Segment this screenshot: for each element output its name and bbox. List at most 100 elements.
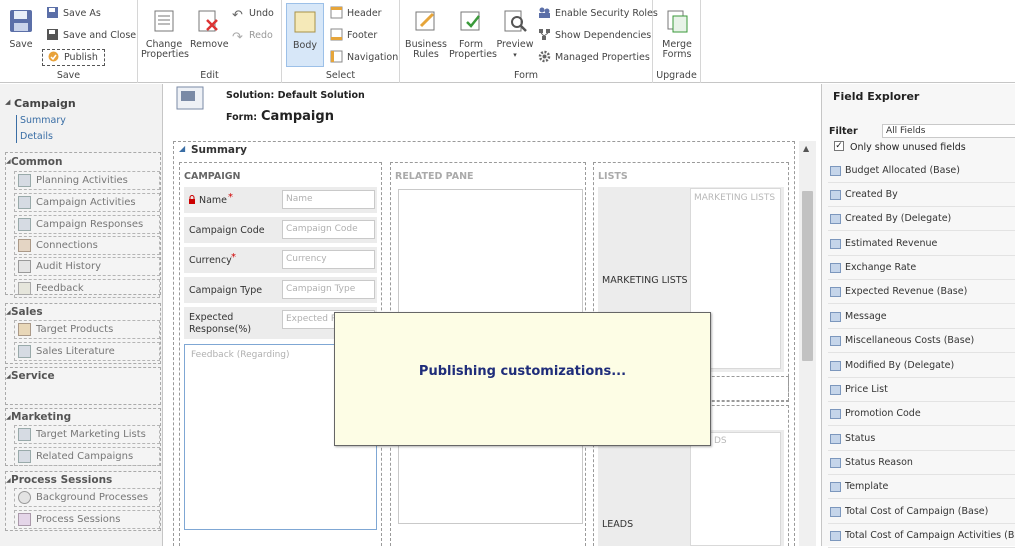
leads-label: LEADS xyxy=(602,519,634,530)
footer-button[interactable]: Footer xyxy=(330,28,377,44)
nav-item-campaign-responses[interactable]: Campaign Responses xyxy=(14,215,160,234)
filter-select[interactable]: All Fields xyxy=(882,124,1015,138)
collapse-triangle-icon[interactable]: ◢ xyxy=(5,98,10,106)
activities-icon xyxy=(18,174,31,187)
enable-security-roles-button[interactable]: Enable Security Roles xyxy=(538,6,658,22)
nav-section-title: Process Sessions xyxy=(11,474,113,486)
field-item[interactable]: Expected Revenue (Base) xyxy=(828,280,1015,304)
nav-item-sales-literature[interactable]: Sales Literature xyxy=(14,342,160,361)
field-item[interactable]: Created By (Delegate) xyxy=(828,207,1015,231)
business-rules-button[interactable]: Business Rules xyxy=(404,8,448,60)
field-label-currency: Currency xyxy=(189,255,232,266)
edit-group: Change Properties Remove ↶ Undo ↷ Redo Edi… xyxy=(138,0,282,83)
business-rules-icon xyxy=(415,11,435,31)
leads-subgrid[interactable] xyxy=(690,432,781,546)
campaign-type-field[interactable]: Campaign Type xyxy=(282,280,375,299)
currency-field[interactable]: Currency xyxy=(282,250,375,269)
remove-button[interactable]: Remove xyxy=(190,8,229,50)
publish-button[interactable]: Publish xyxy=(42,49,105,66)
field-label-campaign-code: Campaign Code xyxy=(189,225,265,236)
field-item[interactable]: Exchange Rate xyxy=(828,256,1015,280)
nav-item-target-marketing-lists[interactable]: Target Marketing Lists xyxy=(14,425,160,444)
field-item[interactable]: Estimated Revenue xyxy=(828,232,1015,256)
form-properties-button[interactable]: Form Properties xyxy=(449,8,497,60)
nav-item-process-sessions[interactable]: Process Sessions xyxy=(14,510,160,529)
save-and-close-button[interactable]: Save and Close xyxy=(46,28,136,44)
publish-icon xyxy=(48,51,59,62)
form-navigation-pane: ◢ Campaign Summary Details ◢ Common Plan… xyxy=(0,84,163,546)
field-icon xyxy=(830,361,841,371)
field-item[interactable]: Created By xyxy=(828,183,1015,207)
field-item[interactable]: Template xyxy=(828,475,1015,499)
field-icon xyxy=(830,507,841,517)
ribbon: Save Save As Save and Close Publish Save… xyxy=(0,0,1015,83)
nav-subitem-details[interactable]: Details xyxy=(20,131,53,142)
save-label: Save xyxy=(9,39,33,50)
publishing-dialog: Publishing customizations... xyxy=(334,312,711,446)
body-button[interactable]: Body xyxy=(286,3,324,67)
merge-forms-button[interactable]: Merge Forms xyxy=(659,8,695,60)
connections-icon xyxy=(18,239,31,252)
campaign-responses-icon xyxy=(18,218,31,231)
field-item[interactable]: Promotion Code xyxy=(828,402,1015,426)
field-label-name: Name xyxy=(199,195,228,206)
tab-triangle-icon[interactable]: ◢ xyxy=(179,144,185,153)
only-unused-checkbox[interactable]: ✓ xyxy=(834,141,844,151)
show-dependencies-button[interactable]: Show Dependencies xyxy=(538,28,651,44)
marketing-lists-grid-title: MARKETING LISTS xyxy=(694,193,776,203)
field-item[interactable]: Total Cost of Campaign Activities (Base) xyxy=(828,524,1015,548)
campaign-code-field[interactable]: Campaign Code xyxy=(282,220,375,239)
scroll-up-arrow-icon[interactable]: ▲ xyxy=(803,144,809,153)
preview-dropdown-icon[interactable]: ▾ xyxy=(513,51,517,59)
preview-button[interactable]: Preview ▾ xyxy=(496,8,534,60)
field-item[interactable]: Price List xyxy=(828,378,1015,402)
save-group: Save Save As Save and Close Publish Save xyxy=(0,0,138,83)
nav-item-feedback[interactable]: Feedback xyxy=(14,279,160,298)
header-button[interactable]: Header xyxy=(330,6,382,22)
undo-icon: ↶ xyxy=(232,8,243,23)
lists-section-title: LISTS xyxy=(598,171,628,182)
nav-item-campaign-activities[interactable]: Campaign Activities xyxy=(14,193,160,212)
campaigns-icon xyxy=(18,450,31,463)
field-item[interactable]: Modified By (Delegate) xyxy=(828,354,1015,378)
gear-icon xyxy=(538,50,551,63)
field-item[interactable]: Message xyxy=(828,305,1015,329)
nav-section-title: Marketing xyxy=(11,411,72,423)
merge-forms-icon xyxy=(667,10,688,33)
select-group: Body Header Footer Navigation Select xyxy=(282,0,400,83)
leads-grid-title: DS xyxy=(714,436,727,446)
save-as-button[interactable]: Save As xyxy=(46,6,101,22)
scrollbar-thumb[interactable] xyxy=(802,191,813,361)
name-field[interactable]: Name xyxy=(282,190,375,209)
field-icon xyxy=(830,239,841,249)
feedback-icon xyxy=(18,282,31,295)
redo-button[interactable]: ↷ Redo xyxy=(232,28,273,44)
navigation-button[interactable]: Navigation xyxy=(330,50,398,66)
change-properties-button[interactable]: Change Properties xyxy=(141,8,189,60)
field-item[interactable]: Status Reason xyxy=(828,451,1015,475)
form-properties-icon xyxy=(460,11,480,31)
nav-item-planning-activities[interactable]: Planning Activities xyxy=(14,171,160,190)
nav-subitem-summary[interactable]: Summary xyxy=(20,115,66,126)
process-sessions-icon xyxy=(18,513,31,526)
field-label-campaign-type: Campaign Type xyxy=(189,285,263,296)
undo-button[interactable]: ↶ Undo xyxy=(232,6,274,22)
security-roles-icon xyxy=(539,7,550,18)
nav-section-title: Sales xyxy=(11,306,43,318)
field-item[interactable]: Miscellaneous Costs (Base) xyxy=(828,329,1015,353)
field-item[interactable]: Budget Allocated (Base) xyxy=(828,159,1015,183)
nav-item-target-products[interactable]: Target Products xyxy=(14,320,160,339)
field-item[interactable]: Status xyxy=(828,427,1015,451)
nav-item-audit-history[interactable]: Audit History xyxy=(14,257,160,276)
required-asterisk: * xyxy=(231,252,236,263)
nav-item-connections[interactable]: Connections xyxy=(14,236,160,255)
managed-properties-button[interactable]: Managed Properties xyxy=(538,50,650,66)
feedback-placeholder: Feedback (Regarding) xyxy=(191,350,290,360)
field-icon xyxy=(830,263,841,273)
nav-item-background-processes[interactable]: Background Processes xyxy=(14,488,160,507)
required-asterisk: * xyxy=(228,192,233,203)
field-item[interactable]: Total Cost of Campaign (Base) xyxy=(828,500,1015,524)
nav-item-related-campaigns[interactable]: Related Campaigns xyxy=(14,447,160,466)
save-button[interactable]: Save xyxy=(6,8,36,50)
form-group-label: Form xyxy=(514,70,538,81)
